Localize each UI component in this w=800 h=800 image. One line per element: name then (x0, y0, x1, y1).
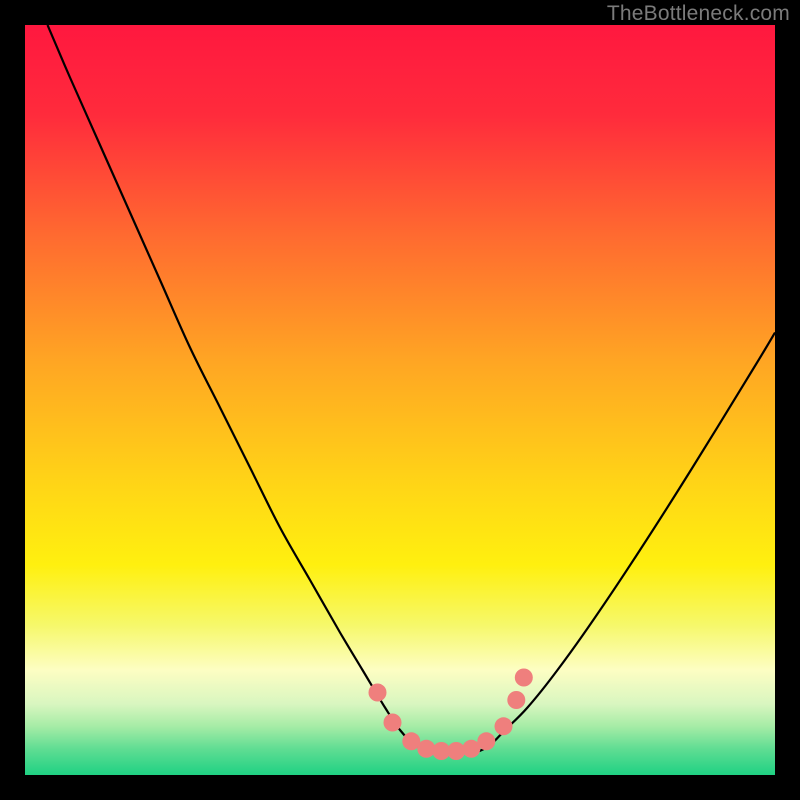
watermark-text: TheBottleneck.com (607, 2, 790, 26)
highlight-dot (477, 732, 495, 750)
highlight-dot (384, 714, 402, 732)
chart-plot-area (25, 25, 775, 775)
highlight-dot (447, 742, 465, 760)
chart-svg (25, 25, 775, 775)
highlight-dot (507, 691, 525, 709)
highlight-dot (495, 717, 513, 735)
outer-frame: TheBottleneck.com (0, 0, 800, 800)
highlight-dot (515, 669, 533, 687)
gradient-background (25, 25, 775, 775)
highlight-dot (369, 684, 387, 702)
